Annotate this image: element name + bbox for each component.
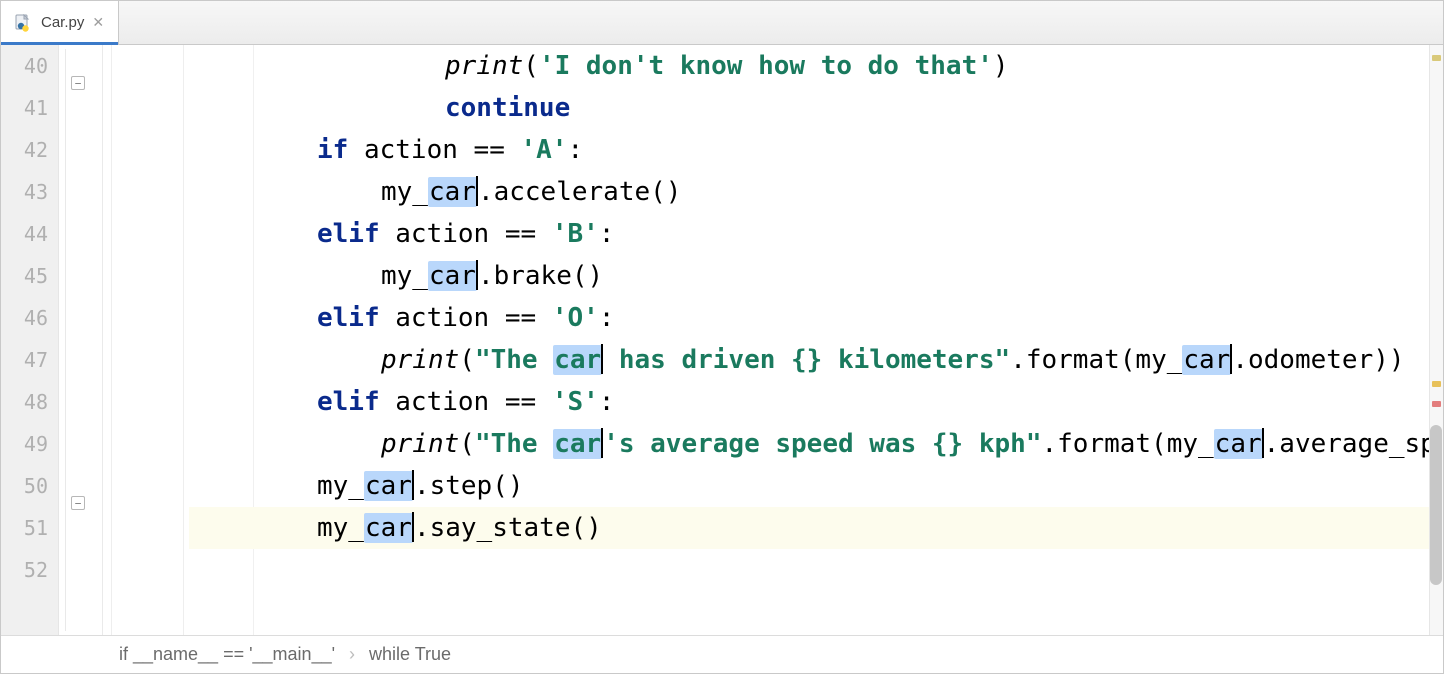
line-number: 44 xyxy=(1,213,48,255)
chevron-right-icon: › xyxy=(349,644,355,665)
code-text: : xyxy=(599,219,615,249)
highlight-occurrence: car xyxy=(553,429,602,459)
code-text: .say_state() xyxy=(414,513,602,543)
builtin-call: print xyxy=(445,51,523,81)
code-text: : xyxy=(599,387,615,417)
line-number: 50 xyxy=(1,465,48,507)
code-text: my_ xyxy=(381,177,428,207)
code-line[interactable]: print("The car has driven {} kilometers"… xyxy=(189,339,1429,381)
line-number: 47 xyxy=(1,339,48,381)
code-text: ( xyxy=(459,345,475,375)
code-line[interactable] xyxy=(189,549,1429,591)
code-text: .average_speed xyxy=(1264,429,1429,459)
string-literal: "The xyxy=(475,345,553,375)
code-line[interactable]: my_car.say_state() xyxy=(189,507,1429,549)
gutter: 40414243444546474849505152 xyxy=(1,45,59,635)
python-file-icon xyxy=(15,14,33,32)
code-line[interactable]: my_car.brake() xyxy=(189,255,1429,297)
code-text: ) xyxy=(993,51,1009,81)
string-literal: 'S' xyxy=(552,387,599,417)
code-line[interactable]: elif action == 'B': xyxy=(189,213,1429,255)
highlight-occurrence: car xyxy=(428,261,477,291)
code-text: .odometer)) xyxy=(1232,345,1404,375)
code-text: .format(my_ xyxy=(1041,429,1213,459)
code-text: : xyxy=(599,303,615,333)
code-line[interactable]: if action == 'A': xyxy=(189,129,1429,171)
code-line[interactable]: continue xyxy=(189,87,1429,129)
line-number: 45 xyxy=(1,255,48,297)
code-text: ( xyxy=(459,429,475,459)
highlight-occurrence: car xyxy=(553,345,602,375)
code-text: .format(my_ xyxy=(1010,345,1182,375)
builtin-call: print xyxy=(381,345,459,375)
code-text: : xyxy=(567,135,583,165)
code-text: action == xyxy=(380,387,552,417)
line-number: 41 xyxy=(1,87,48,129)
tab-car-py[interactable]: Car.py ✕ xyxy=(1,1,119,44)
code-line[interactable]: print("The car's average speed was {} kp… xyxy=(189,423,1429,465)
marker-strip[interactable] xyxy=(1429,45,1443,635)
string-literal: 's average speed was {} kph" xyxy=(603,429,1041,459)
highlight-occurrence: car xyxy=(1182,345,1231,375)
code-text: my_ xyxy=(381,261,428,291)
string-literal: 'B' xyxy=(552,219,599,249)
string-literal: has driven {} kilometers" xyxy=(603,345,1010,375)
editor: 40414243444546474849505152 −− print('I d… xyxy=(1,45,1443,635)
scrollbar-thumb[interactable] xyxy=(1430,425,1442,585)
string-literal: 'A' xyxy=(521,135,568,165)
close-icon[interactable]: ✕ xyxy=(92,14,104,31)
breadcrumb: if __name__ == '__main__' › while True xyxy=(1,635,1443,673)
vertical-scrollbar[interactable] xyxy=(1429,45,1443,635)
code-text: .brake() xyxy=(478,261,603,291)
string-literal: 'I don't know how to do that' xyxy=(539,51,993,81)
code-line[interactable]: elif action == 'O': xyxy=(189,297,1429,339)
highlight-occurrence: car xyxy=(364,513,413,543)
code-text: .step() xyxy=(414,471,524,501)
string-literal: "The xyxy=(475,429,553,459)
builtin-call: print xyxy=(381,429,459,459)
code-line[interactable]: print('I don't know how to do that') xyxy=(189,45,1429,87)
tab-filename: Car.py xyxy=(41,14,84,31)
keyword: elif xyxy=(317,219,380,249)
code-text: action == xyxy=(380,219,552,249)
line-number: 40 xyxy=(1,45,48,87)
line-number: 49 xyxy=(1,423,48,465)
fold-toggle[interactable]: − xyxy=(71,76,85,90)
line-number: 48 xyxy=(1,381,48,423)
code-text: action == xyxy=(348,135,520,165)
string-literal: 'O' xyxy=(552,303,599,333)
code-line[interactable]: elif action == 'S': xyxy=(189,381,1429,423)
line-number: 51 xyxy=(1,507,48,549)
keyword: continue xyxy=(445,93,570,123)
tab-bar: Car.py ✕ xyxy=(1,1,1443,45)
highlight-occurrence: car xyxy=(1214,429,1263,459)
code-text: action == xyxy=(380,303,552,333)
indent-guides xyxy=(103,45,189,635)
keyword: if xyxy=(317,135,348,165)
line-number: 42 xyxy=(1,129,48,171)
line-number: 52 xyxy=(1,549,48,591)
code-text: ( xyxy=(523,51,539,81)
code-text: my_ xyxy=(317,471,364,501)
keyword: elif xyxy=(317,303,380,333)
code-line[interactable]: my_car.step() xyxy=(189,465,1429,507)
breadcrumb-item[interactable]: while True xyxy=(369,644,451,665)
fold-column: −− xyxy=(59,45,103,635)
breadcrumb-item[interactable]: if __name__ == '__main__' xyxy=(119,644,335,665)
highlight-occurrence: car xyxy=(428,177,477,207)
highlight-occurrence: car xyxy=(364,471,413,501)
line-number: 46 xyxy=(1,297,48,339)
fold-toggle[interactable]: − xyxy=(71,496,85,510)
code-text: my_ xyxy=(317,513,364,543)
line-number: 43 xyxy=(1,171,48,213)
code-text: .accelerate() xyxy=(478,177,682,207)
keyword: elif xyxy=(317,387,380,417)
code-area[interactable]: print('I don't know how to do that')cont… xyxy=(189,45,1429,635)
code-line[interactable]: my_car.accelerate() xyxy=(189,171,1429,213)
